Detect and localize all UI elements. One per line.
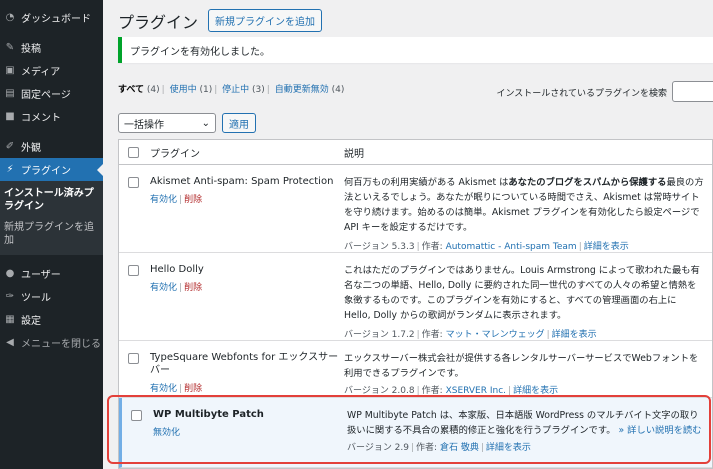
menu-label: メディア <box>21 67 61 78</box>
menu-label: 外観 <box>21 143 41 154</box>
menu-appearance[interactable]: ✐ 外観 <box>0 135 103 158</box>
author-link[interactable]: Automattic - Anti-spam Team <box>446 242 577 252</box>
deactivate-link[interactable]: 無効化 <box>153 428 180 438</box>
page-title: プラグイン <box>118 12 199 32</box>
author-link[interactable]: XSERVER Inc. <box>446 386 506 396</box>
column-header-description: 説明 <box>344 148 364 160</box>
plugin-icon: ⚡ <box>6 164 14 175</box>
filter-auto-update-disabled[interactable]: 自動更新無効 <box>275 85 329 95</box>
column-header-plugin: プラグイン <box>150 148 200 160</box>
select-all-checkbox[interactable] <box>127 146 139 158</box>
menu-dashboard[interactable]: ◔ ダッシュボード <box>0 6 103 29</box>
row-checkbox[interactable] <box>130 410 142 421</box>
details-link[interactable]: 詳細を表示 <box>513 386 558 396</box>
details-link[interactable]: 詳細を表示 <box>552 330 597 340</box>
filter-all[interactable]: すべて <box>118 85 144 95</box>
submenu-add-new-plugin[interactable]: 新規プラグインを追加 <box>0 219 103 249</box>
filter-active[interactable]: 使用中 <box>170 85 197 95</box>
plugin-meta: バージョン 2.0.8 | 作者: XSERVER Inc. | 詳細を表示 <box>344 386 559 396</box>
menu-users[interactable]: ● ユーザー <box>0 262 103 285</box>
user-icon: ● <box>5 268 15 279</box>
activate-link[interactable]: 有効化 <box>150 283 177 293</box>
plugin-meta: バージョン 5.3.3 | 作者: Automattic - Anti-spam T… <box>344 242 629 252</box>
table-row: Akismet Anti-spam: Spam Protection 有効化 | 削… <box>119 165 712 253</box>
plugin-name: TypeSquare Webfonts for エックスサーバー <box>150 352 339 376</box>
menu-label: 固定ページ <box>21 90 71 101</box>
apply-button[interactable]: 適用 <box>222 113 256 133</box>
settings-icon: ▦ <box>5 314 15 325</box>
add-new-plugin-button[interactable]: 新規プラグインを追加 <box>208 9 323 32</box>
delete-link[interactable]: 削除 <box>184 384 202 394</box>
activate-link[interactable]: 有効化 <box>150 384 177 394</box>
menu-tools[interactable]: ✑ ツール <box>0 285 103 308</box>
activate-link[interactable]: 有効化 <box>150 195 177 205</box>
details-link[interactable]: 詳細を表示 <box>584 242 629 252</box>
pin-icon: ✎ <box>5 42 15 53</box>
collapse-arrow-icon: ◀ <box>6 337 14 348</box>
comment-icon: ■ <box>5 111 15 122</box>
row-checkbox[interactable] <box>127 177 139 188</box>
table-row: TypeSquare Webfonts for エックスサーバー 有効化 | 削除 … <box>119 341 712 398</box>
menu-settings[interactable]: ▦ 設定 <box>0 308 103 331</box>
search-input[interactable] <box>672 81 713 102</box>
menu-label: ユーザー <box>21 270 61 281</box>
table-row: WP Multibyte Patch 無効化 WP Multibyte Patc… <box>119 398 712 468</box>
filter-count: (4) <box>331 85 345 95</box>
dashboard-icon: ◔ <box>5 12 15 23</box>
menu-label: プラグイン <box>21 166 71 177</box>
plugin-meta: バージョン 1.7.2 | 作者: マット・マレンウェッグ | 詳細を表示 <box>344 330 597 340</box>
menu-pages[interactable]: ▤ 固定ページ <box>0 82 103 105</box>
search-label: インストールされているプラグインを検索 <box>496 89 667 99</box>
admin-sidebar: ◔ ダッシュボード ✎ 投稿 ▣ メディア ▤ 固定ページ ■ コメント ✐ 外… <box>0 0 103 469</box>
menu-label: メニューを閉じる <box>21 339 101 350</box>
notice-text: プラグインを有効化しました。 <box>130 46 270 58</box>
plugins-submenu: インストール済みプラグイン 新規プラグインを追加 <box>0 181 103 255</box>
media-icon: ▣ <box>5 65 15 76</box>
plugin-name: Akismet Anti-spam: Spam Protection <box>150 176 334 187</box>
row-checkbox[interactable] <box>127 265 139 276</box>
menu-posts[interactable]: ✎ 投稿 <box>0 36 103 59</box>
menu-label: ダッシュボード <box>21 14 91 25</box>
delete-link[interactable]: 削除 <box>184 283 202 293</box>
filter-count: (1) <box>199 85 213 95</box>
filter-count: (4) <box>146 85 160 95</box>
plugin-name: Hello Dolly <box>150 264 204 275</box>
delete-link[interactable]: 削除 <box>184 195 202 205</box>
plugin-description: これはただのプラグインではありません。Louis Armstrong によって歌… <box>344 265 700 321</box>
table-row: Hello Dolly 有効化 | 削除 これはただのプラグインではありません。Lo… <box>119 253 712 341</box>
author-link[interactable]: マット・マレンウェッグ <box>446 330 545 340</box>
chevron-down-icon: ⌄ <box>201 117 210 129</box>
read-more-link[interactable]: » 詳しい説明を読む <box>618 425 701 436</box>
author-link[interactable]: 倉石 敬典 <box>440 443 479 453</box>
main-content: プラグイン 新規プラグインを追加 プラグインを有効化しました。 すべて (4) |… <box>103 0 713 469</box>
table-header: プラグイン 説明 <box>119 140 712 165</box>
page-icon: ▤ <box>5 88 15 99</box>
filter-count: (3) <box>252 85 265 95</box>
menu-label: 設定 <box>21 316 41 327</box>
bulk-action-select[interactable]: 一括操作 ⌄ <box>118 113 216 133</box>
success-notice: プラグインを有効化しました。 <box>118 37 713 63</box>
details-link[interactable]: 詳細を表示 <box>486 443 531 453</box>
plugin-description: WP Multibyte Patch は、本家版、日本語版 WordPress … <box>347 410 702 436</box>
plugin-meta: バージョン 2.9 | 作者: 倉石 敬典 | 詳細を表示 <box>347 443 531 453</box>
wrench-icon: ✑ <box>5 291 15 302</box>
plugins-table: プラグイン 説明 Akismet Anti-spam: Spam Protect… <box>118 139 713 469</box>
filter-links: すべて (4) | 使用中 (1) | 停止中 (3) | 自動更新無効 (4) <box>118 85 345 95</box>
plugin-name: WP Multibyte Patch <box>153 409 264 420</box>
menu-label: コメント <box>21 113 61 124</box>
plugin-description: 何百万もの利用実績がある Akismet はあなたのブログをスパムから保護する最… <box>344 177 704 233</box>
menu-media[interactable]: ▣ メディア <box>0 59 103 82</box>
menu-comments[interactable]: ■ コメント <box>0 105 103 128</box>
row-checkbox[interactable] <box>127 353 139 364</box>
brush-icon: ✐ <box>5 141 15 152</box>
menu-plugins[interactable]: ⚡ プラグイン <box>0 158 103 181</box>
menu-label: 投稿 <box>21 44 41 55</box>
bulk-action-value: 一括操作 <box>124 119 164 131</box>
menu-label: ツール <box>21 293 51 304</box>
collapse-menu-button[interactable]: ◀ メニューを閉じる <box>0 331 103 354</box>
filter-inactive[interactable]: 停止中 <box>222 85 249 95</box>
plugin-description: エックスサーバー株式会社が提供する各レンタルサーバーサービスでWebフォントを利… <box>344 353 699 379</box>
submenu-installed-plugins[interactable]: インストール済みプラグイン <box>0 185 103 215</box>
